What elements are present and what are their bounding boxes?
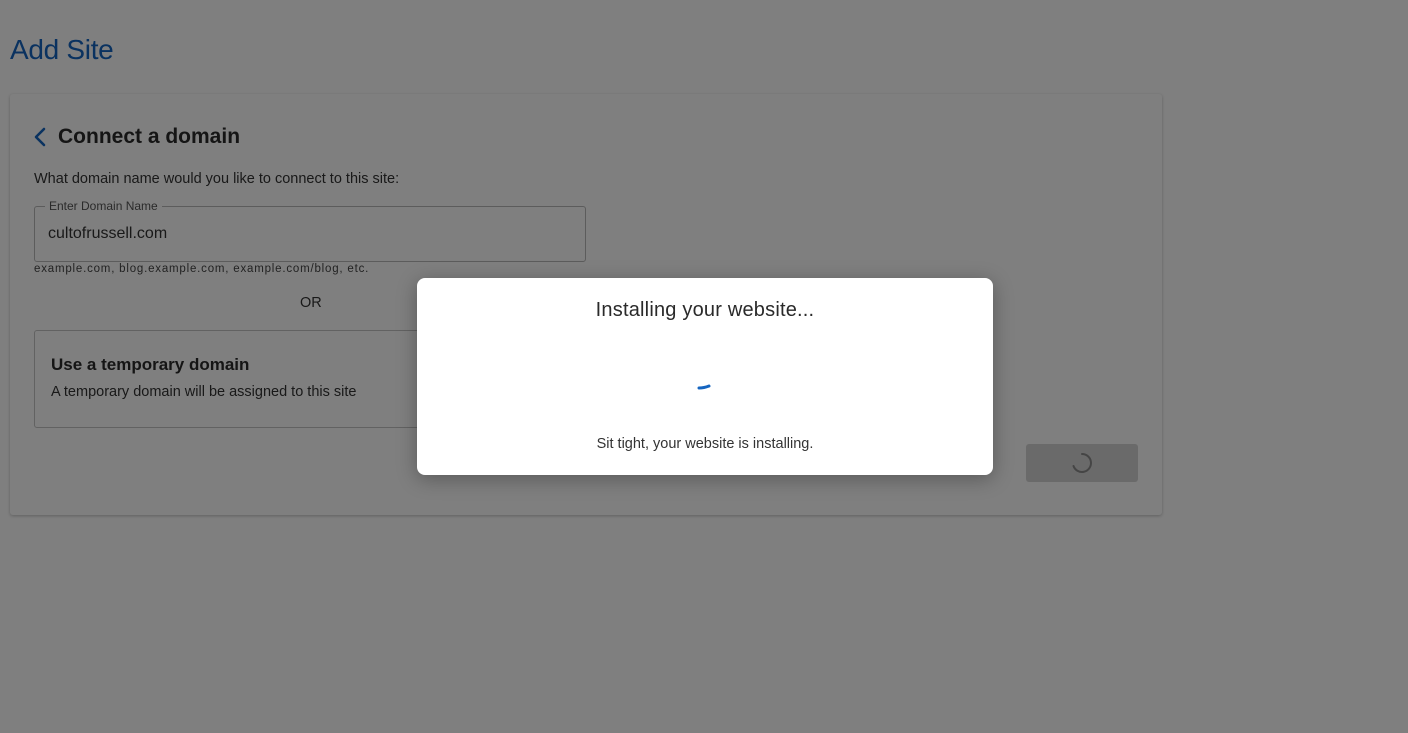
page: Add Site Connect a domain What domain na… — [0, 0, 1408, 733]
modal-subtitle: Sit tight, your website is installing. — [596, 436, 814, 452]
loading-spinner-icon — [697, 384, 711, 390]
modal-title: Installing your website... — [595, 299, 815, 321]
installing-modal: Installing your website... Sit tight, yo… — [417, 278, 993, 475]
